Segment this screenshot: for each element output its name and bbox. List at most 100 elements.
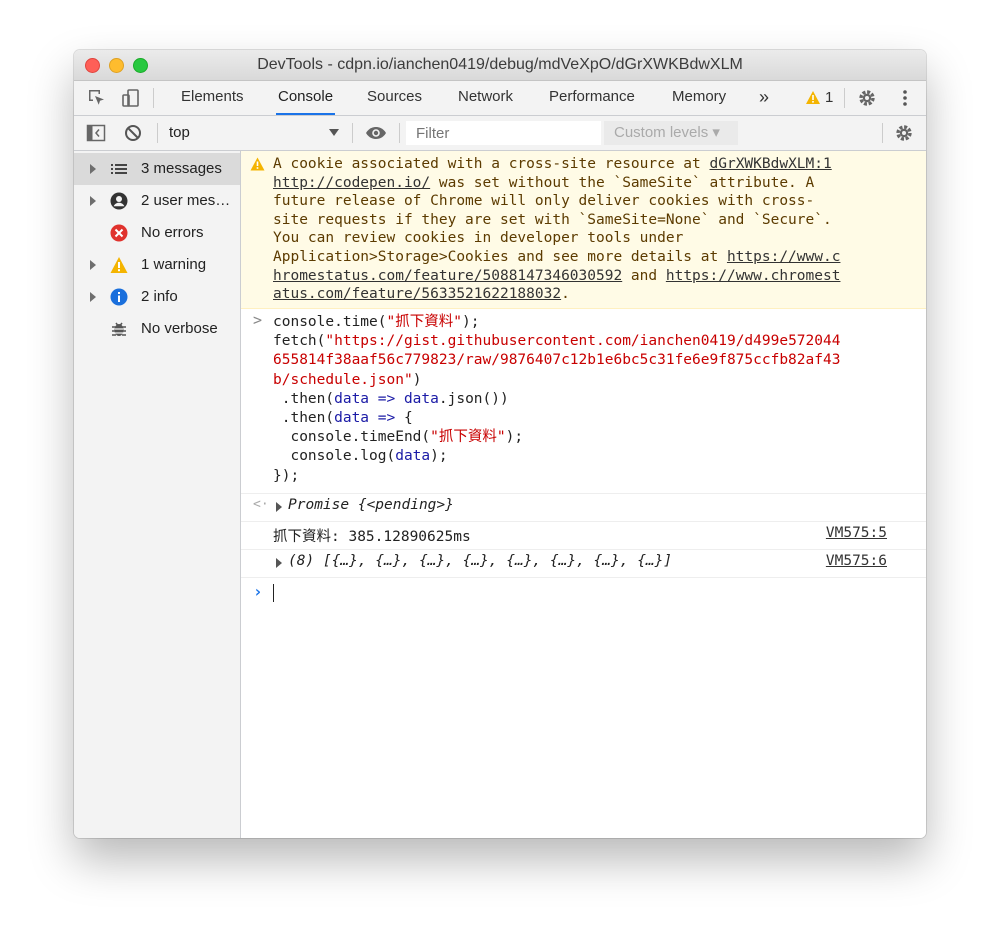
sidebar-item-errors[interactable]: No errors [74, 217, 240, 249]
warning-text-segment: A cookie associated with a cross-site re… [273, 156, 710, 172]
clear-console-icon[interactable] [122, 123, 144, 143]
chromestatus-link-1[interactable]: hromestatus.com/feature/5088147346030592 [273, 268, 622, 284]
console-output[interactable]: A cookie associated with a cross-site re… [241, 151, 926, 838]
warning-message: A cookie associated with a cross-site re… [241, 151, 926, 309]
code-string: b/schedule.json" [273, 371, 413, 388]
expand-arrow-icon[interactable] [90, 292, 96, 302]
code-string: 655814f38aaf56c779823/raw/9876407c12b1e6… [273, 352, 841, 369]
filter-input[interactable] [406, 121, 601, 145]
input-chevron-icon: > [253, 311, 263, 329]
list-icon [111, 164, 127, 174]
warning-text-segment: . [561, 286, 570, 303]
custom-levels-dropdown[interactable]: Custom levels ▾ [604, 121, 738, 145]
warning-text-segment: Application>Storage>Cookies and see more… [273, 248, 727, 265]
code-string: "抓下資料" [430, 429, 506, 446]
warning-icon [250, 157, 265, 171]
chromestatus-link-1[interactable]: https://www.c [727, 249, 841, 265]
code-token: console.log( [273, 448, 396, 465]
timer-log-row: 抓下資料: 385.12890625ms VM575:5 [241, 522, 926, 550]
sidebar-item-info[interactable]: 2 info [74, 281, 240, 313]
settings-gear-icon[interactable] [856, 88, 878, 108]
divider [153, 88, 154, 108]
sidebar-item-label: 2 info [141, 288, 178, 305]
tab-sources[interactable]: Sources [365, 81, 424, 115]
codepen-link[interactable]: http://codepen.io/ [273, 175, 430, 191]
code-token: .json()) [438, 390, 509, 407]
divider [882, 123, 883, 143]
sidebar-item-messages[interactable]: 3 messages [74, 153, 240, 185]
code-operator: => [369, 410, 404, 427]
warning-text-segment: and [622, 267, 666, 284]
console-prompt[interactable]: › [241, 578, 926, 608]
more-tabs-button[interactable]: » [757, 81, 771, 115]
sidebar-item-label: 3 messages [141, 160, 222, 177]
sidebar-item-label: No errors [141, 224, 204, 241]
timer-source-link[interactable]: VM575:5 [826, 525, 887, 541]
promise-result-row: <· Promise {<pending>} [241, 494, 926, 522]
code-token: .then( [273, 410, 335, 427]
bug-icon [112, 322, 126, 336]
array-source-link[interactable]: VM575:6 [826, 553, 887, 569]
panel-tab-bar: Elements Console Sources Network Perform… [74, 81, 926, 116]
divider [844, 88, 845, 108]
warning-icon [806, 91, 820, 104]
console-input-entry: > console.time("抓下資料"); fetch("https://g… [241, 309, 926, 494]
prompt-chevron-icon: › [253, 582, 263, 601]
sidebar-item-verbose[interactable]: No verbose [74, 313, 240, 345]
result-chevron-icon: <· [253, 497, 269, 512]
expand-arrow-icon[interactable] [90, 196, 96, 206]
warning-counter[interactable]: 1 [805, 89, 833, 110]
code-string: "https://gist.githubusercontent.com/ianc… [325, 333, 841, 350]
warning-text-segment: was set without the `SameSite` attribute… [430, 174, 815, 191]
expand-array-icon[interactable] [276, 558, 282, 568]
chromestatus-link-2[interactable]: https://www.chromest [666, 268, 841, 284]
inspect-element-icon[interactable] [86, 88, 108, 108]
error-icon [110, 224, 128, 242]
warning-text-segment: site requests if they are set with `Same… [273, 211, 832, 228]
tab-console[interactable]: Console [276, 81, 336, 115]
console-sidebar: 3 messages 2 user mes… No errors 1 warni… [74, 151, 241, 838]
info-icon [110, 288, 128, 306]
code-token: { [403, 410, 413, 427]
window-title: DevTools - cdpn.io/ianchen0419/debug/mdV… [257, 56, 743, 73]
input-code: console.time("抓下資料"); fetch("https://gis… [273, 313, 840, 486]
expand-arrow-icon[interactable] [90, 260, 96, 270]
warning-text-segment: future release of Chrome will only deliv… [273, 193, 815, 210]
code-string: "抓下資料" [386, 314, 462, 330]
dropdown-triangle-icon [329, 129, 339, 136]
code-variable: data [334, 410, 370, 427]
console-settings-gear-icon[interactable] [893, 123, 915, 143]
code-token: console.timeEnd( [273, 429, 431, 446]
expand-promise-icon[interactable] [276, 502, 282, 512]
expand-arrow-icon[interactable] [90, 164, 96, 174]
promise-value[interactable]: Promise {<pending>} [288, 497, 454, 513]
warning-source-link[interactable]: dGrXWKBdwXLM:1 [710, 156, 832, 172]
sidebar-item-label: 1 warning [141, 256, 207, 273]
device-toolbar-icon[interactable] [120, 88, 142, 108]
array-value[interactable]: (8) [{…}, {…}, {…}, {…}, {…}, {…}, {…}, … [288, 553, 672, 569]
divider [399, 123, 400, 143]
console-toolbar: top Custom levels ▾ [74, 116, 926, 151]
code-variable: data [334, 390, 370, 407]
divider [157, 123, 158, 143]
live-expression-eye-icon[interactable] [365, 123, 387, 143]
context-selector[interactable]: top [169, 116, 339, 150]
array-log-row: (8) [{…}, {…}, {…}, {…}, {…}, {…}, {…}, … [241, 550, 926, 578]
tab-memory[interactable]: Memory [670, 81, 728, 115]
context-label: top [169, 124, 190, 141]
sidebar-item-warnings[interactable]: 1 warning [74, 249, 240, 281]
tab-network[interactable]: Network [456, 81, 515, 115]
sidebar-item-user-messages[interactable]: 2 user mes… [74, 185, 240, 217]
tab-elements[interactable]: Elements [179, 81, 246, 115]
more-options-icon[interactable] [894, 88, 916, 108]
toggle-sidebar-icon[interactable] [85, 123, 107, 143]
code-token: ); [461, 314, 480, 330]
tab-performance[interactable]: Performance [547, 81, 637, 115]
code-token: fetch( [273, 333, 326, 350]
code-token: .then( [273, 390, 335, 407]
chromestatus-link-2[interactable]: atus.com/feature/5633521622188032 [273, 286, 561, 302]
sidebar-item-label: 2 user mes… [141, 192, 231, 209]
code-variable: data [395, 448, 431, 465]
text-cursor [273, 584, 274, 602]
sidebar-item-label: No verbose [141, 320, 218, 337]
